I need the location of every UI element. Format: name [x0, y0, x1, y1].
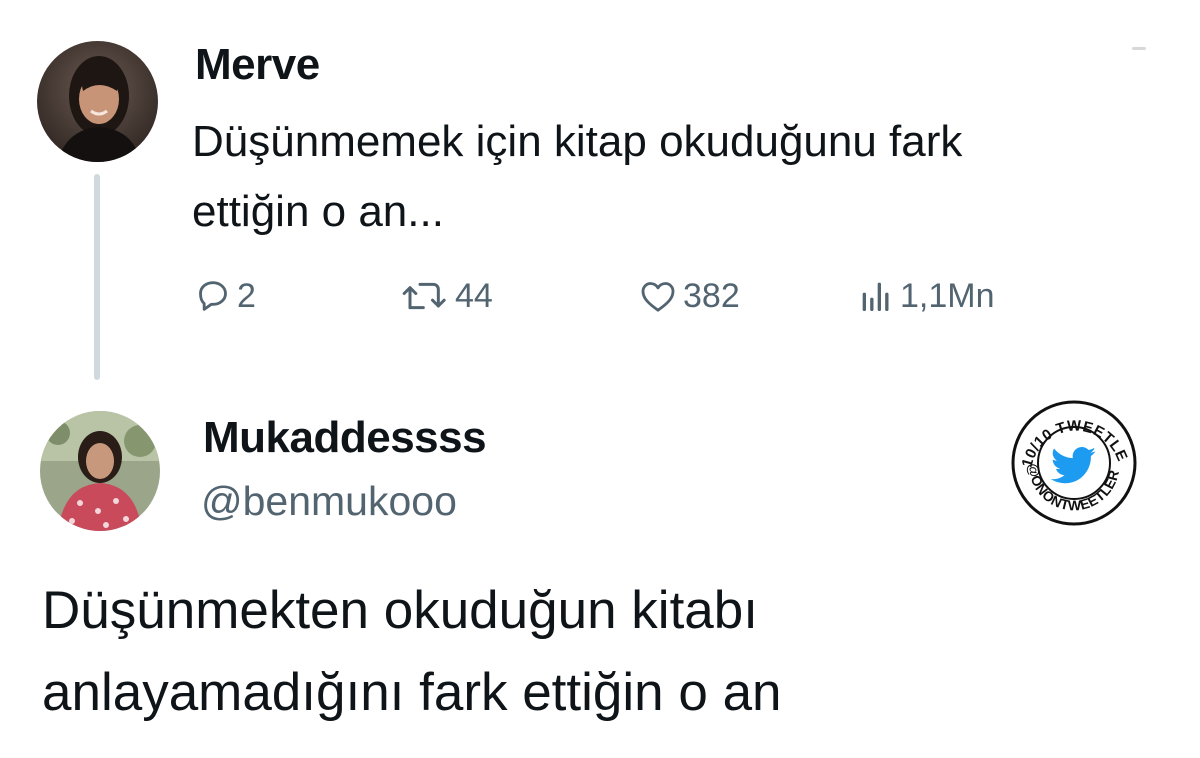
author-name[interactable]: Merve [195, 40, 320, 90]
tweet-text-line: Düşünmemek için kitap okuduğunu fark [192, 117, 963, 166]
reply-count: 2 [237, 276, 256, 315]
views-count: 1,1Mn [900, 276, 995, 315]
reply-button[interactable]: 2 [193, 272, 256, 320]
reply-icon [193, 276, 237, 316]
like-button[interactable]: 382 [637, 272, 740, 320]
thread-connector-line [94, 174, 100, 380]
heart-icon [637, 276, 683, 316]
tweet-text: Düşünmemek için kitap okuduğunu fark ett… [192, 107, 1182, 247]
tweet-text-line: Düşünmekten okuduğun kitabı [42, 581, 758, 640]
author-handle[interactable]: @benmukooo [201, 478, 457, 525]
decorative-mark [1132, 47, 1146, 50]
views-button[interactable]: 1,1Mn [856, 272, 995, 320]
retweet-icon [399, 276, 455, 316]
tweet-text-line: ettiğin o an... [192, 187, 444, 236]
like-count: 382 [683, 276, 740, 315]
watermark-badge: 10/10 TWEETLER @ONONTWEETLER [1011, 400, 1137, 526]
analytics-icon [856, 276, 900, 316]
tweet-text: Düşünmekten okuduğun kitabı anlayamadığı… [42, 570, 1042, 734]
tweet-text-line: anlayamadığını fark ettiğin o an [42, 663, 782, 722]
author-name[interactable]: Mukaddessss [203, 413, 487, 463]
avatar-merve[interactable] [37, 41, 158, 162]
retweet-button[interactable]: 44 [399, 272, 493, 320]
retweet-count: 44 [455, 276, 493, 315]
avatar-mukaddessss[interactable] [40, 411, 160, 531]
